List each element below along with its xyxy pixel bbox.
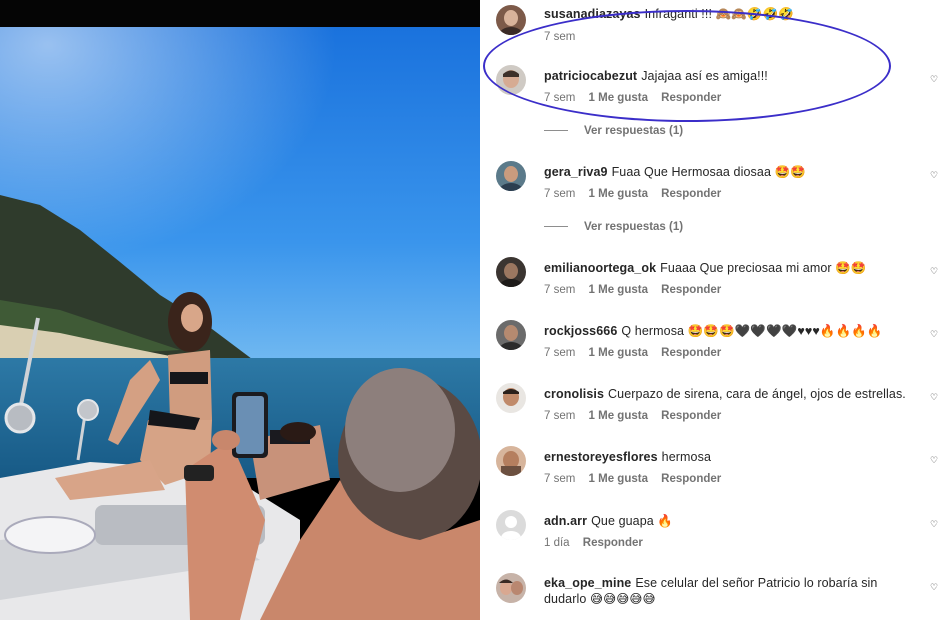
reply-button[interactable]: Responder xyxy=(661,284,721,296)
comment-body: Cuerpazo de sirena, cara de ángel, ojos … xyxy=(608,387,906,401)
like-heart-icon[interactable]: ♡ xyxy=(930,519,938,529)
comment-time: 7 sem xyxy=(544,188,576,200)
comment-text: ernestoreyesflores hermosa xyxy=(544,449,711,465)
avatar[interactable] xyxy=(496,320,526,350)
avatar[interactable] xyxy=(496,161,526,191)
avatar[interactable] xyxy=(496,5,526,35)
like-heart-icon[interactable]: ♡ xyxy=(930,329,938,339)
divider-dash xyxy=(544,130,568,132)
reply-button[interactable]: Responder xyxy=(583,537,643,549)
comment-username[interactable]: ernestoreyesflores xyxy=(544,450,658,464)
avatar[interactable] xyxy=(496,510,526,540)
comment-meta: 7 sem 1 Me gusta Responder xyxy=(544,473,731,485)
comment-username[interactable]: gera_riva9 xyxy=(544,165,608,179)
comment-body: Fuaa Que Hermosaa diosaa 🤩🤩 xyxy=(611,165,806,179)
avatar[interactable] xyxy=(496,65,526,95)
reply-button[interactable]: Responder xyxy=(661,410,721,422)
like-heart-icon[interactable]: ♡ xyxy=(930,392,938,402)
comment-text: eka_ope_mine Ese celular del señor Patric… xyxy=(544,575,904,607)
like-heart-icon[interactable]: ♡ xyxy=(930,266,938,276)
comment-meta: 7 sem xyxy=(544,31,585,43)
comment-body: Que guapa 🔥 xyxy=(591,514,674,528)
comment-meta: 7 sem 1 Me gusta Responder xyxy=(544,188,731,200)
comment-text: cronolisis Cuerpazo de sirena, cara de án… xyxy=(544,386,906,402)
comments-panel: susanadiazayas Infraganti !!! 🙈🙈🤣🤣🤣 7 sem… xyxy=(480,0,938,620)
comment-text: patriciocabezut Jajajaa así es amiga!!! xyxy=(544,68,768,84)
comment-text: gera_riva9 Fuaa Que Hermosaa diosaa 🤩🤩 xyxy=(544,164,806,180)
comment-time: 7 sem xyxy=(544,284,576,296)
avatar[interactable] xyxy=(496,257,526,287)
view-replies-label: Ver respuestas (1) xyxy=(584,125,684,137)
comment-username[interactable]: adn.arr xyxy=(544,514,587,528)
comment-meta: 1 día Responder xyxy=(544,537,653,549)
comment-body: hermosa xyxy=(661,450,712,464)
comment-likes[interactable]: 1 Me gusta xyxy=(589,284,648,296)
comment-meta: 7 sem 1 Me gusta Responder xyxy=(544,92,731,104)
comment-username[interactable]: eka_ope_mine xyxy=(544,576,631,590)
comment-time: 1 día xyxy=(544,537,570,549)
reply-button[interactable]: Responder xyxy=(661,473,721,485)
comment-time: 7 sem xyxy=(544,31,576,43)
comment-meta: 7 sem 1 Me gusta Responder xyxy=(544,347,731,359)
comment-time: 7 sem xyxy=(544,410,576,422)
view-replies-button[interactable]: Ver respuestas (1) xyxy=(544,125,683,137)
comment-username[interactable]: cronolisis xyxy=(544,387,604,401)
reply-button[interactable]: Responder xyxy=(661,347,721,359)
like-heart-icon[interactable]: ♡ xyxy=(930,74,938,84)
divider-dash xyxy=(544,226,568,228)
like-heart-icon[interactable]: ♡ xyxy=(930,582,938,592)
comment-likes[interactable]: 1 Me gusta xyxy=(589,188,648,200)
comment-likes[interactable]: 1 Me gusta xyxy=(589,473,648,485)
comment-meta: 7 sem 1 Me gusta Responder xyxy=(544,284,731,296)
comment-text: emilianoortega_ok Fuaaa Que preciosaa mi … xyxy=(544,260,867,276)
comment-time: 7 sem xyxy=(544,347,576,359)
comment-username[interactable]: rockjoss666 xyxy=(544,324,617,338)
comment-time: 7 sem xyxy=(544,92,576,104)
comment-text: adn.arr Que guapa 🔥 xyxy=(544,513,673,529)
comment-text: susanadiazayas Infraganti !!! 🙈🙈🤣🤣🤣 xyxy=(544,6,794,22)
avatar[interactable] xyxy=(496,383,526,413)
like-heart-icon[interactable]: ♡ xyxy=(930,455,938,465)
comment-body: Fuaaa Que preciosaa mi amor 🤩🤩 xyxy=(660,261,867,275)
like-heart-icon[interactable]: ♡ xyxy=(930,170,938,180)
comment-text: rockjoss666 Q hermosa 🤩🤩🤩🖤🖤🖤🖤♥♥♥🔥🔥🔥🔥 xyxy=(544,323,883,339)
comment-body: Q hermosa 🤩🤩🤩🖤🖤🖤🖤♥♥♥🔥🔥🔥🔥 xyxy=(621,324,883,338)
comment-username[interactable]: emilianoortega_ok xyxy=(544,261,656,275)
avatar[interactable] xyxy=(496,446,526,476)
comment-likes[interactable]: 1 Me gusta xyxy=(589,410,648,422)
avatar[interactable] xyxy=(496,573,526,603)
view-replies-button[interactable]: Ver respuestas (1) xyxy=(544,221,683,233)
reply-button[interactable]: Responder xyxy=(661,188,721,200)
view-replies-label: Ver respuestas (1) xyxy=(584,221,684,233)
comment-likes[interactable]: 1 Me gusta xyxy=(589,92,648,104)
comment-meta: 7 sem 1 Me gusta Responder xyxy=(544,410,731,422)
comment-time: 7 sem xyxy=(544,473,576,485)
comment-body: Jajajaa así es amiga!!! xyxy=(641,69,768,83)
post-photo xyxy=(0,0,480,620)
comment-username[interactable]: patriciocabezut xyxy=(544,69,637,83)
comment-username[interactable]: susanadiazayas xyxy=(544,7,641,21)
comment-likes[interactable]: 1 Me gusta xyxy=(589,347,648,359)
reply-button[interactable]: Responder xyxy=(661,92,721,104)
comment-body: Infraganti !!! 🙈🙈🤣🤣🤣 xyxy=(644,7,794,21)
